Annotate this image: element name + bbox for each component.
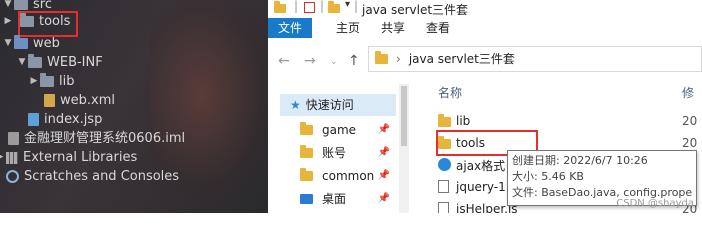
tab-home[interactable]: 主页 bbox=[326, 18, 370, 38]
ajax-icon bbox=[438, 158, 451, 174]
breadcrumb-separator-icon: › bbox=[396, 52, 401, 66]
watermark: CSDN @shayda bbox=[616, 198, 694, 209]
tree-item-label: web bbox=[33, 36, 60, 51]
library-icon bbox=[6, 151, 18, 164]
column-header-name[interactable]: 名称 bbox=[438, 84, 462, 102]
nav-item-desktop[interactable]: 桌面 📌 bbox=[300, 188, 398, 210]
tree-item-label: index.jsp bbox=[44, 112, 103, 127]
tree-item-iml[interactable]: 金融理财管理系统0606.iml bbox=[8, 129, 185, 148]
tree-item-scratches[interactable]: Scratches and Consoles bbox=[0, 167, 179, 186]
pin-icon[interactable]: 📌 bbox=[378, 142, 390, 164]
folder-icon bbox=[300, 122, 313, 135]
tree-item-label: WEB-INF bbox=[47, 55, 103, 70]
navigation-pane: ★ 快速访问 game 📌 账号 📌 common 📌 桌面 📌 bbox=[268, 84, 408, 213]
scrollbar-thumb[interactable] bbox=[401, 86, 407, 146]
chevron-right-icon[interactable]: ▶ bbox=[28, 72, 40, 91]
tree-item-label: lib bbox=[59, 74, 75, 89]
tree-item-web-inf[interactable]: ▼ WEB-INF bbox=[16, 53, 103, 72]
nav-item-quick-access[interactable]: ★ 快速访问 bbox=[280, 94, 396, 116]
new-folder-icon[interactable] bbox=[328, 1, 340, 14]
window-title: java servlet三件套 bbox=[362, 3, 469, 17]
address-bar: ← → ⌄ ↑ › java servlet三件套 bbox=[268, 38, 702, 84]
folder-icon bbox=[28, 54, 42, 68]
folder-icon bbox=[375, 51, 388, 64]
web-folder-icon bbox=[14, 35, 28, 49]
star-icon: ★ bbox=[290, 98, 301, 112]
tree-item-web-xml[interactable]: web.xml bbox=[44, 91, 115, 110]
pin-icon[interactable]: 📌 bbox=[378, 165, 390, 187]
tab-share[interactable]: 共享 bbox=[371, 18, 415, 38]
address-input[interactable]: › java servlet三件套 bbox=[368, 46, 702, 72]
chevron-down-icon[interactable]: ▼ bbox=[16, 53, 28, 72]
navigation-scrollbar[interactable] bbox=[399, 84, 409, 213]
tab-file[interactable]: 文件 bbox=[268, 18, 313, 38]
file-explorer-window: | | ▾ | java servlet三件套 文件 主页 共享 查看 ← → … bbox=[268, 0, 702, 213]
file-icon bbox=[438, 202, 449, 213]
tree-item-label: web.xml bbox=[60, 93, 115, 108]
chevron-right-icon[interactable]: ▶ bbox=[2, 12, 14, 31]
nav-item-account[interactable]: 账号 📌 bbox=[300, 142, 398, 164]
chevron-down-icon[interactable]: ▼ bbox=[2, 34, 14, 53]
nav-item-common[interactable]: common 📌 bbox=[300, 165, 398, 187]
iml-file-icon bbox=[8, 132, 19, 145]
properties-checkbox-icon[interactable] bbox=[304, 2, 315, 13]
folder-icon bbox=[14, 0, 28, 10]
address-path: java servlet三件套 bbox=[408, 52, 515, 66]
file-row-lib[interactable]: lib 20 bbox=[410, 110, 702, 132]
desktop-icon bbox=[300, 194, 313, 204]
tooltip-size: 大小: 5.46 KB bbox=[512, 170, 584, 183]
nav-item-game[interactable]: game 📌 bbox=[300, 119, 398, 141]
tree-item-external-libraries[interactable]: ▶ External Libraries bbox=[0, 148, 137, 167]
quick-access-dropdown-icon[interactable]: ▾ bbox=[345, 0, 350, 10]
folder-icon bbox=[300, 168, 313, 181]
ribbon-tabs: 文件 主页 共享 查看 bbox=[268, 18, 702, 39]
forward-arrow-icon[interactable]: → bbox=[304, 53, 316, 69]
tooltip-created: 创建日期: 2022/6/7 10:26 bbox=[512, 154, 648, 167]
scratches-icon bbox=[6, 170, 19, 183]
back-arrow-icon[interactable]: ← bbox=[278, 53, 290, 69]
pin-icon[interactable]: 📌 bbox=[378, 188, 390, 210]
tab-view[interactable]: 查看 bbox=[416, 18, 460, 38]
folder-icon bbox=[438, 114, 451, 130]
tree-item-label: Scratches and Consoles bbox=[24, 169, 180, 184]
folder-icon bbox=[274, 1, 286, 14]
title-bar: | | ▾ | java servlet三件套 bbox=[268, 0, 702, 18]
folder-icon bbox=[300, 145, 313, 158]
tree-item-label: 金融理财管理系统0606.iml bbox=[24, 131, 186, 146]
tree-item-index-jsp[interactable]: index.jsp bbox=[28, 110, 102, 129]
tree-item-web[interactable]: ▼ web bbox=[2, 34, 60, 53]
column-header-modified[interactable]: 修 bbox=[682, 84, 694, 102]
folder-icon bbox=[40, 73, 54, 87]
recent-dropdown-icon[interactable]: ⌄ bbox=[330, 57, 338, 67]
pin-icon[interactable]: 📌 bbox=[378, 119, 390, 141]
jsp-file-icon bbox=[28, 113, 39, 126]
tree-item-label: External Libraries bbox=[23, 150, 138, 165]
xml-file-icon bbox=[44, 94, 55, 107]
up-arrow-icon[interactable]: ↑ bbox=[348, 53, 360, 69]
tree-item-lib[interactable]: ▶ lib bbox=[28, 72, 74, 91]
file-icon bbox=[438, 180, 449, 196]
ide-project-panel: ▼ src ▶ tools ▼ web ▼ WEB-INF ▶ lib web.… bbox=[0, 0, 268, 213]
